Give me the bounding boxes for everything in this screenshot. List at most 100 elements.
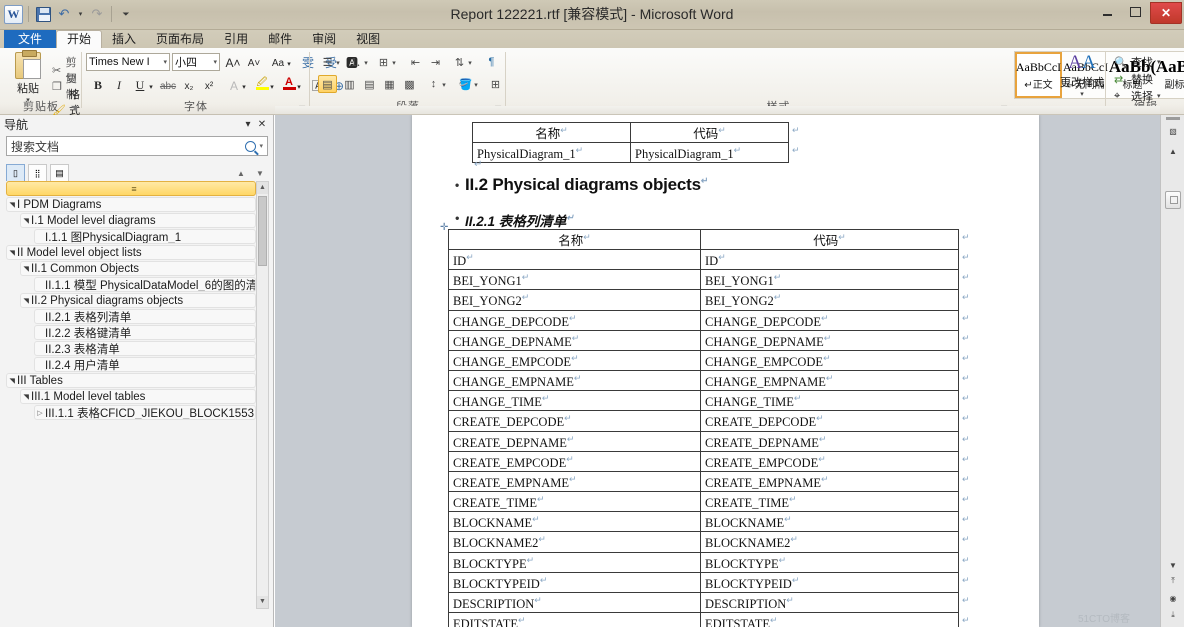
table-header-cell[interactable]: 代码↵ [630,121,789,144]
table-cell[interactable]: BLOCKTYPE↵ [448,551,701,573]
table-cell[interactable]: BLOCKTYPE↵ [700,551,959,573]
document-vertical-scrollbar[interactable]: ▧ ▲ ▼ ⤒ ◉ ⤓ [1160,115,1184,627]
font-name-dropdown-icon[interactable]: ▾ [161,58,167,66]
line-spacing-dropdown-icon[interactable]: ▾ [440,76,448,94]
undo-dropdown-icon[interactable]: ▾ [76,5,85,23]
nav-item-14[interactable]: ▷ III.1.1 表格CFICD_JIEKOU_BLOCK1553 [34,405,256,420]
restore-button[interactable] [1122,2,1148,22]
nav-scroll-down-icon[interactable]: ▼ [257,596,268,608]
table-cell[interactable]: CHANGE_EMPCODE↵ [448,349,701,372]
table-row[interactable]: CHANGE_TIME↵ CHANGE_TIME↵ ↵ [448,390,971,412]
collapse-arrow-icon[interactable]: ◢ [22,296,30,306]
scrollbar-split-handle[interactable] [1166,117,1180,120]
scroll-up-icon[interactable]: ▲ [1165,143,1181,159]
align-left-button[interactable]: ▤ [318,75,337,93]
nav-item-11[interactable]: ·II.2.4 用户清单 [34,357,256,372]
nav-scroll-thumb[interactable] [258,196,267,266]
search-dropdown-icon[interactable]: ▾ [256,142,263,150]
table-row[interactable]: ID↵ ID↵ ↵ [448,249,971,271]
table-cell[interactable]: PhysicalDiagram_1↵ [472,142,631,164]
change-case-dropdown-icon[interactable]: ▾ [285,54,293,73]
table-cell[interactable]: BLOCKTYPEID↵ [700,571,959,593]
justify-button[interactable]: ▦ [380,75,399,93]
tab-insert[interactable]: 插入 [102,30,146,48]
table-row[interactable]: BEI_YONG1↵ BEI_YONG1↵ ↵ [448,269,971,291]
change-styles-button[interactable]: AA 更改样式 ▾ [1058,48,1106,115]
grow-font-icon[interactable]: A˄ [223,53,243,72]
table-cell[interactable]: CREATE_DEPNAME↵ [448,430,701,452]
nav-item-9[interactable]: ·II.2.2 表格键清单 [34,325,256,340]
bullets-dropdown-icon[interactable]: ▾ [334,54,342,72]
collapse-arrow-icon[interactable]: ◢ [22,216,30,226]
headings-view-icon[interactable]: ▯ [6,164,25,182]
font-size-combo[interactable]: 小四 ▾ [172,53,220,71]
tab-view[interactable]: 视图 [346,30,390,48]
minimize-button[interactable] [1094,2,1120,22]
nav-item-10[interactable]: ·II.2.3 表格清单 [34,341,256,356]
close-button[interactable]: ✕ [1150,2,1182,24]
document-area[interactable]: 名称↵ 代码↵ ↵ PhysicalDiagram_1↵ PhysicalDiagram… [275,115,1160,627]
table-cell[interactable]: CREATE_DEPNAME↵ [700,430,959,452]
table-header-cell[interactable]: 名称↵ [448,228,701,251]
align-center-button[interactable]: ▥ [340,75,359,93]
expand-arrow-icon[interactable]: ▷ [35,409,45,417]
collapse-arrow-icon[interactable]: ◢ [8,376,16,386]
table-cell[interactable]: CREATE_DEPCODE↵ [700,410,959,432]
table-header-cell[interactable]: 代码↵ [700,228,959,251]
table-row[interactable]: DESCRIPTION↵ DESCRIPTION↵ ↵ [448,591,971,613]
next-result-icon[interactable]: ▼ [252,169,268,178]
style-item-0[interactable]: AaBbCcI ↵正文 [1015,52,1062,98]
table-row[interactable]: EDITSTATE↵ EDITSTATE↵ ↵ [448,611,971,627]
nav-item-13[interactable]: ◢ III.1 Model level tables [20,389,256,404]
paste-button[interactable]: 粘贴 ▾ [8,50,48,104]
table-row[interactable]: CREATE_EMPNAME↵ CREATE_EMPNAME↵ ↵ [448,470,971,493]
results-view-icon[interactable]: ▤ [50,164,69,182]
table-cell[interactable]: BEI_YONG1↵ [700,269,959,291]
nav-item-0[interactable]: ·≡ [6,181,256,196]
tab-mailings[interactable]: 邮件 [258,30,302,48]
table-cell[interactable]: ID↵ [448,249,701,271]
tab-page-layout[interactable]: 页面布局 [146,30,214,48]
table-cell[interactable]: BEI_YONG1↵ [448,269,701,291]
find-button[interactable]: 🔍 查找 ▾ [1114,54,1161,70]
nav-item-4[interactable]: ◢ II Model level object lists [6,245,256,260]
next-page-icon[interactable]: ⤓ [1165,607,1181,623]
multilevel-dropdown-icon[interactable]: ▾ [390,54,398,72]
replace-button[interactable]: ⇄ 替换 [1114,71,1153,87]
sort-dropdown-icon[interactable]: ▾ [466,54,474,72]
table-cell[interactable]: CREATE_TIME↵ [448,491,701,513]
shading-dropdown-icon[interactable]: ▾ [472,76,480,94]
redo-icon[interactable]: ↷ [88,5,106,23]
table-cell[interactable]: BEI_YONG2↵ [448,289,701,311]
table-cell[interactable]: CHANGE_EMPNAME↵ [448,370,701,392]
table-row[interactable]: BLOCKTYPE↵ BLOCKTYPE↵ ↵ [448,551,971,573]
nav-scroll-up-icon[interactable]: ▲ [257,182,268,194]
table-row[interactable]: CREATE_DEPNAME↵ CREATE_DEPNAME↵ ↵ [448,430,971,452]
navigation-heading-list[interactable]: ·≡◢I PDM Diagrams◢I.1 Model level diagra… [6,181,256,609]
collapse-arrow-icon[interactable]: ◢ [22,392,30,402]
table-row[interactable]: BLOCKNAME2↵ BLOCKNAME2↵ ↵ [448,531,971,553]
search-input[interactable]: 搜索文档 ▾ [6,136,268,156]
find-dropdown-icon[interactable]: ▾ [1157,58,1161,66]
underline-dropdown-icon[interactable]: ▾ [147,77,155,96]
ruler-toggle-icon[interactable]: ▧ [1165,123,1181,139]
heading-3[interactable]: • II.2.1 表格列清单↵ [455,210,574,230]
nav-item-5[interactable]: ◢ II.1 Common Objects [20,261,256,276]
table-row[interactable]: BEI_YONG2↵ BEI_YONG2↵ ↵ [448,289,971,311]
table-cell[interactable]: EDITSTATE↵ [700,611,959,627]
nav-item-2[interactable]: ◢ I.1 Model level diagrams [20,213,256,228]
table-header-cell[interactable]: 名称↵ [472,121,631,144]
table-cell[interactable]: CREATE_DEPCODE↵ [448,410,701,432]
table-cell[interactable]: BLOCKNAME2↵ [700,531,959,553]
collapse-arrow-icon[interactable]: ◢ [8,248,16,258]
pages-view-icon[interactable]: ⣿ [28,164,47,182]
customize-qat-icon[interactable]: ⏷ [117,5,135,23]
navigation-scrollbar[interactable]: ▲ ▼ [256,181,269,609]
font-color-dropdown-icon[interactable]: ▾ [295,77,303,96]
heading-2[interactable]: • II.2 Physical diagrams objects↵ [455,175,708,195]
table-cell[interactable]: CHANGE_EMPCODE↵ [700,349,959,372]
borders-icon[interactable]: ⊞ [486,75,505,93]
numbering-dropdown-icon[interactable]: ▾ [362,54,370,72]
scroll-thumb[interactable] [1165,191,1181,209]
table-cell[interactable]: DESCRIPTION↵ [448,591,701,613]
